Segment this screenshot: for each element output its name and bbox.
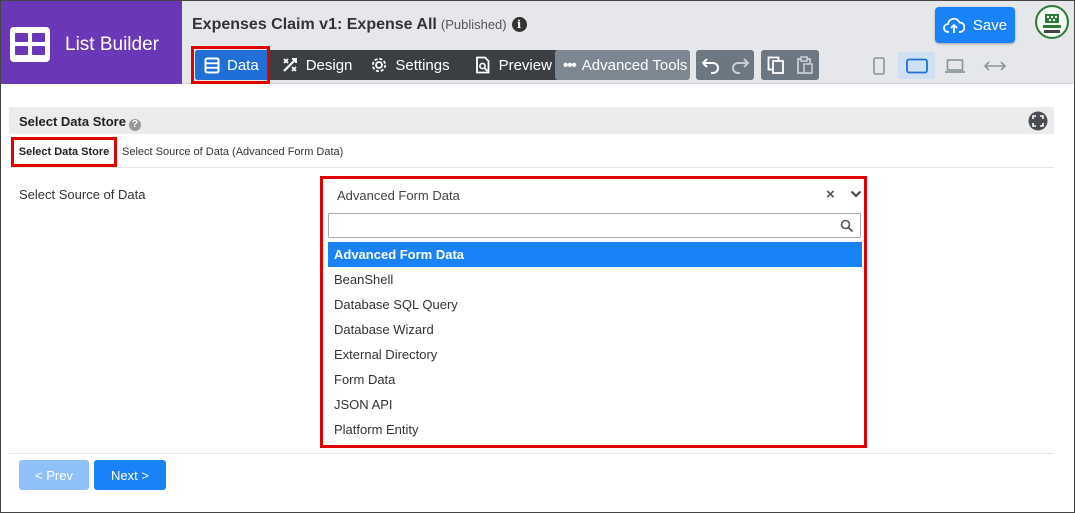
tab-settings[interactable]: Settings xyxy=(361,50,458,80)
breadcrumb-select-source[interactable]: Select Source of Data (Advanced Form Dat… xyxy=(122,146,343,158)
phone-icon xyxy=(873,56,885,75)
tab-design[interactable]: Design xyxy=(272,50,362,80)
select-options: Advanced Form Data BeanShell Database SQ… xyxy=(328,242,862,442)
option-form-data[interactable]: Form Data xyxy=(328,367,862,392)
fullscreen-icon[interactable] xyxy=(1028,111,1048,136)
option-database-sql-query[interactable]: Database SQL Query xyxy=(328,292,862,317)
device-phone[interactable] xyxy=(867,52,891,79)
search-icon xyxy=(840,219,854,233)
preview-icon xyxy=(475,56,489,74)
tablet-icon xyxy=(905,58,928,73)
option-json-api[interactable]: JSON API xyxy=(328,392,862,417)
select-current-value[interactable]: Advanced Form Data xyxy=(337,188,460,203)
clear-icon[interactable]: × xyxy=(826,186,835,203)
help-icon[interactable]: ? xyxy=(128,119,141,131)
source-of-data-label: Select Source of Data xyxy=(19,187,146,202)
top-bar: List Builder Expenses Claim v1: Expense … xyxy=(1,1,1074,84)
select-search-input[interactable] xyxy=(328,213,861,238)
prev-button[interactable]: < Prev xyxy=(19,460,89,490)
data-tab-highlight xyxy=(191,46,270,84)
device-fullwidth[interactable] xyxy=(981,52,1009,79)
option-external-directory[interactable]: External Directory xyxy=(328,342,862,367)
device-tablet[interactable] xyxy=(898,52,935,79)
option-advanced-form-data[interactable]: Advanced Form Data xyxy=(328,242,862,267)
paste-icon[interactable] xyxy=(796,56,814,74)
app-title: List Builder xyxy=(65,34,159,55)
gear-icon xyxy=(372,57,387,73)
breadcrumb-select-data-store[interactable]: Select Data Store xyxy=(11,137,117,167)
undo-icon[interactable] xyxy=(701,56,721,74)
advanced-tools-button[interactable]: ••• Advanced Tools xyxy=(555,50,690,80)
option-database-wizard[interactable]: Database Wizard xyxy=(328,317,862,342)
device-laptop[interactable] xyxy=(941,52,969,79)
user-avatar[interactable] xyxy=(1035,5,1069,39)
avatar-icon xyxy=(1038,8,1066,36)
source-of-data-select[interactable]: Advanced Form Data × Advanced Form Data … xyxy=(320,176,867,448)
divider xyxy=(9,453,1054,454)
panel-header: Select Data Store? xyxy=(9,107,1054,134)
more-icon: ••• xyxy=(563,56,577,74)
info-icon[interactable]: i xyxy=(511,17,527,32)
redo-icon[interactable] xyxy=(730,56,750,74)
divider xyxy=(9,167,1054,168)
option-platform-entity[interactable]: Platform Entity xyxy=(328,417,862,442)
brand-area: List Builder xyxy=(1,1,182,84)
undo-redo-group xyxy=(696,50,754,80)
list-builder-icon xyxy=(10,27,50,62)
save-button[interactable]: Save xyxy=(935,7,1015,43)
panel-title-text: Select Data Store xyxy=(19,114,126,129)
copy-icon[interactable] xyxy=(767,56,785,74)
tab-preview-label: Preview xyxy=(498,56,552,74)
next-button[interactable]: Next > xyxy=(94,460,166,490)
chevron-down-icon[interactable] xyxy=(850,189,862,199)
tab-settings-label: Settings xyxy=(395,56,450,74)
design-icon xyxy=(282,58,297,72)
document-title: Expenses Claim v1: Expense All (Published… xyxy=(192,16,527,34)
option-beanshell[interactable]: BeanShell xyxy=(328,267,862,292)
advanced-tools-label: Advanced Tools xyxy=(581,56,688,74)
laptop-icon xyxy=(945,58,965,73)
copy-paste-group xyxy=(761,50,819,80)
panel-title: Select Data Store? xyxy=(19,114,141,131)
tab-preview[interactable]: Preview xyxy=(465,50,561,80)
cloud-upload-icon xyxy=(943,17,965,33)
document-status: (Published) xyxy=(440,17,507,32)
fullwidth-icon xyxy=(983,60,1007,71)
tab-design-label: Design xyxy=(305,56,353,74)
save-label: Save xyxy=(972,16,1008,34)
document-name: Expenses Claim v1: Expense All xyxy=(192,16,437,33)
